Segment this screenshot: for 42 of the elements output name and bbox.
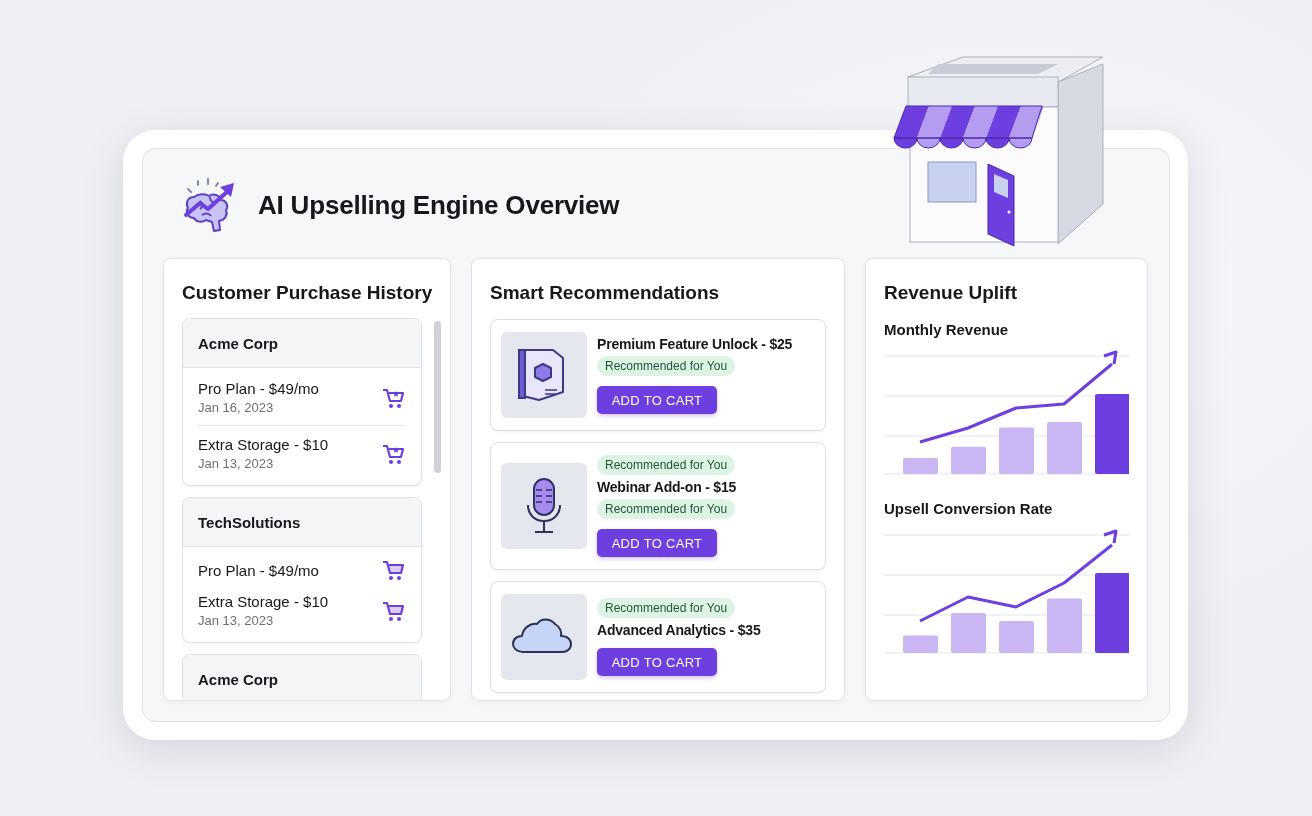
recommended-badge: Recommended for You — [597, 356, 736, 376]
chart-bar — [951, 613, 986, 653]
product-title: Advanced Analytics - $35 — [597, 622, 761, 638]
chart-bar — [999, 621, 1034, 653]
customer-name: TechSolutions — [183, 498, 421, 547]
purchase-date: Jan 13, 2023 — [198, 613, 275, 628]
recommended-badge: Recommended for You — [597, 598, 736, 618]
cart-icon — [382, 559, 406, 581]
purchase-item: Extra Storage - $10 — [198, 436, 329, 453]
purchase-date: Jan 16, 2023 — [198, 400, 275, 415]
scrollbar[interactable] — [434, 321, 441, 473]
chart-bar — [903, 458, 938, 474]
cloud-icon — [501, 594, 587, 680]
recommended-badge: Recommended for You — [597, 455, 736, 475]
cart-icon — [382, 386, 406, 409]
microphone-icon — [501, 463, 587, 549]
chart-title: Upsell Conversion Rate — [884, 500, 1054, 517]
purchase-item: Pro Plan - $49/mo — [198, 561, 319, 579]
purchase-date: Jan 13, 2023 — [198, 456, 275, 471]
page-title: AI Upselling Engine Overview — [258, 189, 620, 221]
panel-title: Smart Recommendations — [490, 281, 721, 305]
software-box-icon — [501, 332, 587, 418]
product-title: Webinar Add-on - $15 — [597, 479, 737, 495]
add-to-cart-button[interactable]: ADD TO CART — [597, 648, 717, 676]
chart-bar — [903, 635, 938, 653]
chart-bar — [951, 446, 986, 474]
chart-title: Monthly Revenue — [884, 321, 1010, 338]
chart-bar — [999, 427, 1034, 474]
cart-icon — [382, 599, 406, 622]
chart-bar — [1047, 598, 1082, 653]
recommended-badge: Recommended for You — [597, 499, 736, 519]
purchase-item: Extra Storage - $10 — [198, 593, 329, 610]
panel-title: Revenue Uplift — [884, 281, 1019, 305]
customer-name: Acme Corp — [183, 655, 421, 700]
chart-bar — [1047, 422, 1082, 474]
product-title: Premium Feature Unlock - $25 — [597, 336, 793, 352]
add-to-cart-button[interactable]: ADD TO CART — [597, 386, 717, 414]
customer-name: Acme Corp — [183, 319, 421, 368]
panel-title: Customer Purchase History — [182, 281, 434, 305]
add-to-cart-button[interactable]: ADD TO CART — [597, 529, 717, 557]
purchase-item: Pro Plan - $49/mo — [198, 380, 319, 397]
cart-icon — [382, 442, 406, 465]
